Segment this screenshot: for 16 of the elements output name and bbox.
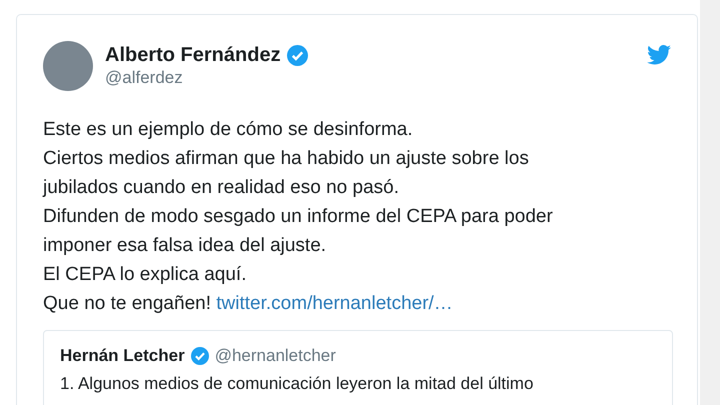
tweet-text: Difunden de modo sesgado un informe del CEPA para poder (43, 205, 554, 229)
author-handle[interactable]: @alferdez (105, 67, 308, 89)
tweet-text: jubilados cuando en realidad eso no pasó. (43, 176, 400, 200)
quoted-author-handle: @hernanletcher (214, 346, 336, 366)
tweet-text: El CEPA lo explica aquí. (43, 263, 248, 287)
quoted-tweet-card[interactable]: Hernán Letcher @hernanletcher 1. Algunos medios de comunicación leyeron la mitad del último (43, 330, 673, 405)
tweet-text: Ciertos medios afirman que ha habido un ajuste sobre los (43, 147, 530, 171)
tweet-text: Este es un ejemplo de cómo se desinforma. (43, 118, 414, 142)
author-name[interactable]: Alberto Fernández (105, 43, 281, 67)
quoted-tweet-text: 1. Algunos medios de comunicación leyeron la mitad del último (60, 374, 534, 394)
avatar[interactable] (43, 41, 93, 91)
quoted-author-name: Hernán Letcher (60, 346, 185, 366)
tweet-text: Que no te engañen! twitter.com/hernanletcher/… (43, 292, 454, 316)
tweet-text: imponer esa falsa idea del ajuste. (43, 234, 328, 258)
bird-logo-icon[interactable] (647, 45, 671, 65)
tweet-link[interactable]: twitter.com/hernanletcher/… (216, 293, 453, 314)
